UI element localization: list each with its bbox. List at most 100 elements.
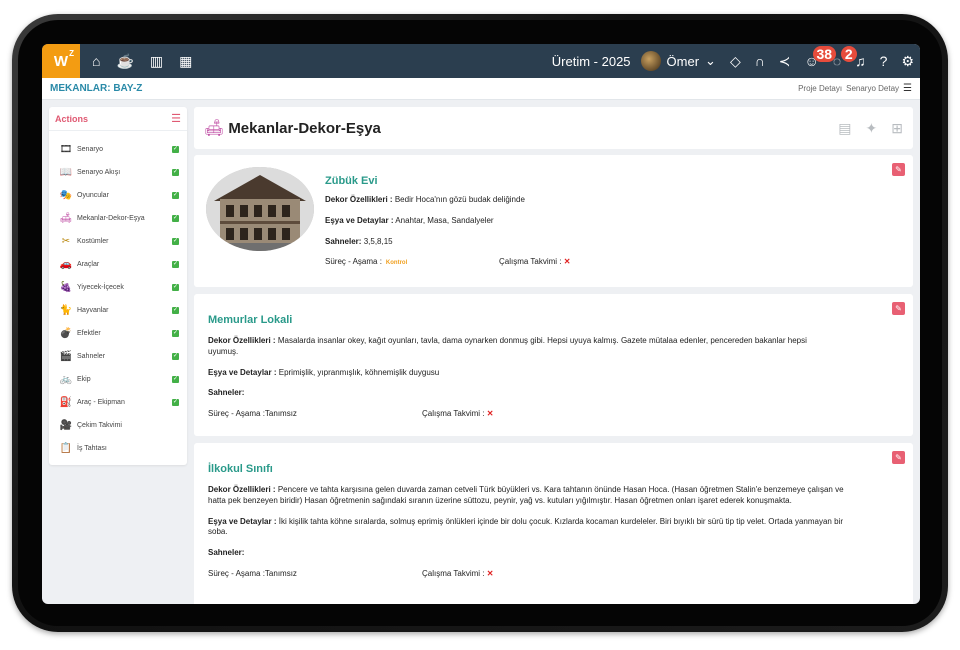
scissors-icon: ✂ <box>61 236 71 247</box>
page-title: Mekanlar-Dekor-Eşya <box>228 119 381 137</box>
sidebar-item-label: Çekim Takvimi <box>77 422 122 429</box>
items-text: Eprimişlik, yıpranmışlık, köhnemişlik du… <box>278 367 440 377</box>
place-card: ✎ Zübük Evi Dekor Özellikleri: Bedir Ho… <box>194 155 913 287</box>
sidebar-item[interactable]: 🍇 Yiyecek-İçecek ✓ <box>49 276 187 299</box>
book-icon: 📖 <box>59 167 73 178</box>
clipboard-icon: 📋 <box>59 443 73 454</box>
sidebar-item[interactable]: 🎭 Oyuncular ✓ <box>49 184 187 207</box>
sofa-icon: 🛋 <box>204 120 225 137</box>
sidebar-item[interactable]: 🎥 Çekim Takvimi <box>49 414 187 437</box>
camera-icon: 🎥 <box>59 420 73 431</box>
check-icon: ✓ <box>172 353 179 360</box>
edit-icon[interactable]: ✎ <box>892 302 905 315</box>
home-icon[interactable]: ⌂ <box>92 54 100 68</box>
check-icon: ✓ <box>172 284 179 291</box>
emoji-icon[interactable]: ☺ 38 <box>805 46 837 68</box>
decor-text: Masalarda insanlar okey, kağıt oyunları,… <box>208 336 807 356</box>
stage-info: Süreç - Aşama : Kontrol <box>325 257 408 267</box>
scenario-detail-link[interactable]: Senaryo Detay <box>846 84 899 93</box>
sidebar-item[interactable]: 📋 İş Tahtası <box>49 437 187 460</box>
sidebar-item-label: Efektler <box>77 330 101 337</box>
cross-icon: ✕ <box>486 568 494 578</box>
check-icon: ✓ <box>172 376 179 383</box>
clapper-icon: 🎬 <box>59 351 73 362</box>
add-icon[interactable]: ⊞ <box>891 120 903 137</box>
sidebar-item-label: Oyuncular <box>77 192 109 199</box>
sidebar-item-label: Senaryo Akışı <box>77 169 121 176</box>
sidebar-item-label: Kostümler <box>77 238 109 245</box>
check-icon: ✓ <box>172 307 179 314</box>
sidebar-item[interactable]: 🚗 Araçlar ✓ <box>49 253 187 276</box>
list-icon[interactable]: ☰ <box>903 83 912 94</box>
sidebar-item[interactable]: 💣 Efektler ✓ <box>49 322 187 345</box>
schedule-info: Çalışma Takvimi : ✕ <box>499 257 571 267</box>
app-logo[interactable]: WZ <box>42 44 80 78</box>
check-icon: ✓ <box>172 146 179 153</box>
user-name: Ömer <box>666 53 700 69</box>
masks-icon: 🎭 <box>59 190 73 201</box>
stage-info: Süreç - Aşama :Tanımsız <box>208 568 297 578</box>
place-title[interactable]: İlkokul Sınıfı <box>208 463 899 475</box>
user-menu[interactable]: Ömer ⌄ <box>640 51 716 71</box>
headset-icon[interactable]: ∩ <box>755 54 765 68</box>
calendar-icon[interactable]: ▦ <box>179 54 192 68</box>
sidebar-item-label: Hayvanlar <box>77 307 109 314</box>
cross-icon: ✕ <box>486 409 494 419</box>
help-icon[interactable]: ? <box>880 54 888 68</box>
list-view-icon[interactable]: ▤ <box>838 120 851 137</box>
car-icon: 🚗 <box>59 259 73 270</box>
sidebar-item[interactable]: 🚲 Ekip ✓ <box>49 368 187 391</box>
schedule-info: Çalışma Takvimi : ✕ <box>422 568 494 578</box>
menu-icon[interactable]: ☰ <box>171 112 181 125</box>
sparkle-icon[interactable]: ✦ <box>866 120 878 137</box>
project-detail-link[interactable]: Proje Detayı <box>798 84 842 93</box>
settings-icon[interactable]: ⚙ <box>901 54 914 68</box>
bomb-icon: 💣 <box>59 328 73 339</box>
sidebar-item-label: İş Tahtası <box>77 445 107 452</box>
top-navbar: WZ ⌂ ☕ ▥ ▦ Üretim - 2025 Ömer ⌄ ◇ ∩ ≺ ☺ 3… <box>42 44 920 78</box>
stage-value: Tanımsız <box>264 568 297 578</box>
sidebar-item[interactable]: 🎞 Senaryo ✓ <box>49 138 187 161</box>
sidebar-item-label: Senaryo <box>77 146 104 153</box>
chart-icon[interactable]: ▥ <box>150 54 163 68</box>
coffee-icon[interactable]: ☕ <box>116 54 133 68</box>
sidebar-item[interactable]: 🐈 Hayvanlar ✓ <box>49 299 187 322</box>
project-selector[interactable]: Üretim - 2025 <box>552 54 631 69</box>
bike-icon: 🚲 <box>59 374 73 385</box>
check-icon: ✓ <box>172 330 179 337</box>
place-title[interactable]: Memurlar Lokali <box>208 314 899 326</box>
share-icon[interactable]: ≺ <box>779 54 791 68</box>
sidebar-item[interactable]: ⛽ Araç - Ekipman ✓ <box>49 391 187 414</box>
sidebar-item-label: Sahneler <box>77 353 106 360</box>
decor-text: Pencere ve tahta karşısına gelen duvarda… <box>208 485 844 505</box>
sidebar-item[interactable]: ✂ Kostümler ✓ <box>49 230 187 253</box>
sidebar-item[interactable]: 📖 Senaryo Akışı ✓ <box>49 161 187 184</box>
cat-icon: 🐈 <box>59 305 73 316</box>
edit-icon[interactable]: ✎ <box>892 163 905 176</box>
message-badge: 2 <box>840 46 857 62</box>
cross-icon: ✕ <box>563 257 571 267</box>
status-badge: Kontrol <box>385 260 408 267</box>
check-icon: ✓ <box>172 238 179 245</box>
page-header: 🛋 Mekanlar-Dekor-Eşya ▤ ✦ ⊞ <box>194 107 913 149</box>
stage-info: Süreç - Aşama :Tanımsız <box>208 409 297 419</box>
check-icon: ✓ <box>172 215 179 222</box>
sidebar-item[interactable]: 🎬 Sahneler ✓ <box>49 345 187 368</box>
film-icon: 🎞 <box>59 144 73 155</box>
place-photo <box>206 167 314 251</box>
check-icon: ✓ <box>172 169 179 176</box>
sofa-icon: 🛋 <box>59 213 73 224</box>
chat-icon[interactable]: ◌ 2 <box>833 46 857 68</box>
main-content: 🛋 Mekanlar-Dekor-Eşya ▤ ✦ ⊞ ✎ Zübük Evi … <box>194 107 913 604</box>
breadcrumb: MEKANLAR: BAY-Z Proje Detayı Senaryo Det… <box>42 78 920 100</box>
stage-value: Tanımsız <box>264 409 297 419</box>
sidebar-item-label: Ekip <box>77 376 91 383</box>
edit-icon[interactable]: ✎ <box>892 451 905 464</box>
bell-icon[interactable]: ♫ <box>855 54 866 68</box>
sidebar-item[interactable]: 🛋 Mekanlar-Dekor-Eşya ✓ <box>49 207 187 230</box>
diamond-icon[interactable]: ◇ <box>730 54 741 68</box>
place-title[interactable]: Zübük Evi <box>325 175 570 187</box>
schedule-info: Çalışma Takvimi : ✕ <box>422 409 494 419</box>
decor-text: Bedir Hoca'nın gözü budak deliğinde <box>394 195 525 204</box>
food-icon: 🍇 <box>59 282 73 293</box>
